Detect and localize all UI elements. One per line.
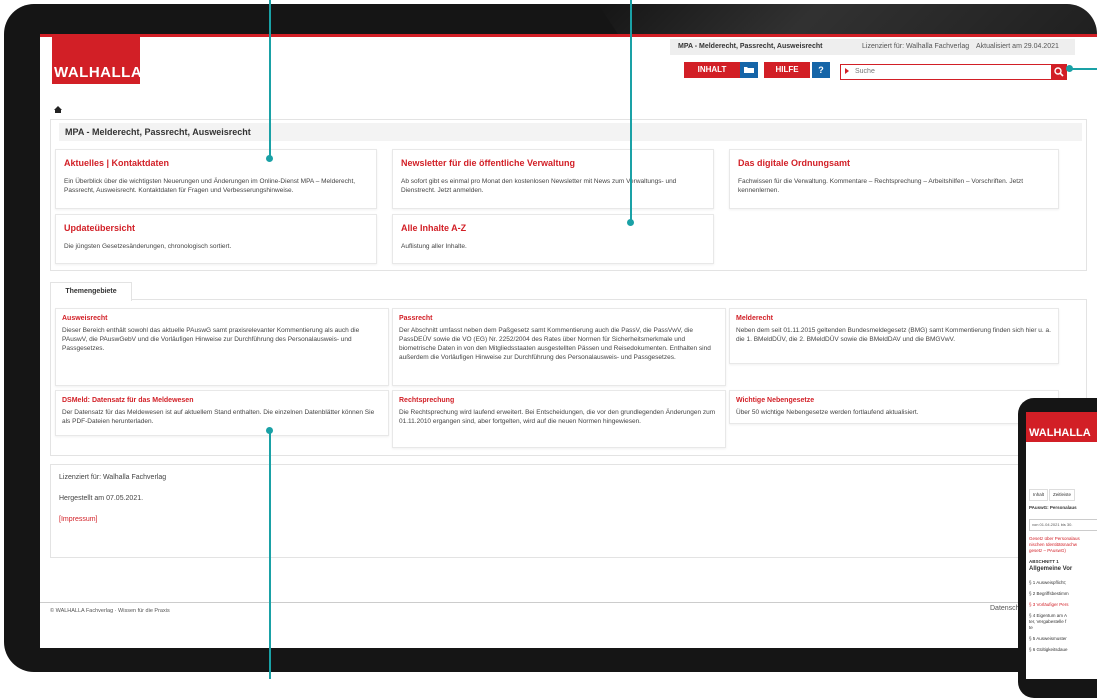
header-top-line [40,34,1097,37]
topic-text: Die Rechtsprechung wird laufend erweiter… [399,409,716,425]
callout-line-bottom [269,430,271,679]
topic-text: Über 50 wichtige Nebengesetze werden for… [736,409,919,416]
phone-section-title: Allgemeine Vor [1029,566,1073,572]
card-updateuebersicht[interactable]: Updateübersicht Die jüngsten Gesetzesänd… [55,214,377,264]
callout-dot [1066,65,1073,72]
card-text: Ein Überblick über die wichtigsten Neuer… [64,178,356,194]
phone-list-item[interactable]: § 6 Gültigkeitsdaue [1029,647,1068,652]
card-text: Fachwissen für die Verwaltung. Kommentar… [738,178,1024,194]
licensed-text: Lizenziert für: Walhalla Fachverlag [862,43,970,50]
topic-text: Der Datensatz für das Meldewesen ist auf… [62,409,375,425]
topic-melderecht[interactable]: Melderecht Neben dem seit 01.11.2015 gel… [729,308,1059,364]
phone-intro-2: nischen Identitätsnachw [1029,542,1078,547]
hilfe-button[interactable]: HILFE [764,62,810,78]
phone-list-item[interactable]: § 5 Ausweismuster [1029,636,1067,641]
home-icon[interactable] [54,106,62,113]
topic-nebengesetze[interactable]: Wichtige Nebengesetze Über 50 wichtige N… [729,390,1059,424]
phone-law-title: PAuswG: Personalaus [1029,505,1077,510]
search-caret-icon [845,68,849,74]
callout-line-right [1070,68,1097,70]
updated-text: Aktualisiert am 29.04.2021 [976,43,1059,50]
card-ordnungsamt[interactable]: Das digitale Ordnungsamt Fachwissen für … [729,149,1059,209]
callout-dot [627,219,634,226]
overview-panel: MPA - Melderecht, Passrecht, Ausweisrech… [50,119,1087,271]
license-box: Lizenziert für: Walhalla Fachverlag Herg… [50,464,1087,558]
callout-dot [266,427,273,434]
header-info-bar: MPA - Melderecht, Passrecht, Ausweisrech… [670,39,1075,55]
topic-text: Dieser Bereich enthält sowohl das aktuel… [62,327,360,352]
help-icon[interactable]: ? [812,62,830,78]
callout-dot [266,155,273,162]
footer-divider [40,602,1097,603]
themen-panel: Ausweisrecht Dieser Bereich enthält sowo… [50,299,1087,456]
footer-datenschutz-link[interactable]: Datensch [990,605,1020,612]
impressum-link[interactable]: [Impressum] [59,516,98,523]
topic-title[interactable]: Rechtsprechung [399,397,454,404]
browser-screen: WALHALLA MPA - Melderecht, Passrecht, Au… [40,34,1097,648]
card-alle-inhalte[interactable]: Alle Inhalte A-Z Auflistung aller Inhalt… [392,214,714,264]
topic-text: Der Abschnitt umfasst neben dem Paßgeset… [399,327,711,361]
card-text: Die jüngsten Gesetzesänderungen, chronol… [64,243,232,250]
topic-title[interactable]: Wichtige Nebengesetze [736,397,814,404]
card-text: Auflistung aller Inhalte. [401,243,467,250]
phone-tab-inhalt[interactable]: Inhalt [1029,489,1049,501]
topic-title[interactable]: Melderecht [736,315,773,322]
produced-line: Hergestellt am 07.05.2021. [59,495,144,502]
phone-logo-text: WALHALLA [1029,427,1091,439]
card-title[interactable]: Alle Inhalte A-Z [401,223,466,233]
callout-line-top-left [269,0,271,158]
topic-title[interactable]: DSMeld: Datensatz für das Meldewesen [62,397,193,404]
tab-themengebiete[interactable]: Themengebiete [50,282,132,301]
card-title[interactable]: Updateübersicht [64,223,135,233]
walhalla-logo[interactable]: WALHALLA [52,34,143,84]
card-text: Ab sofort gibt es einmal pro Monat den k… [401,178,677,194]
phone-list-item: te [1029,625,1033,630]
phone-tab-zeitleiste[interactable]: Zeitleiste [1049,489,1076,501]
footer-copyright: © WALHALLA Fachverlag · Wissen für die P… [50,608,170,614]
phone-screen: WALHALLA Inhalt Zeitleiste PAuswG: Perso… [1026,412,1097,679]
topic-title[interactable]: Ausweisrecht [62,315,108,322]
card-title[interactable]: Newsletter für die öffentliche Verwaltun… [401,158,575,168]
phone-section-label: ABSCHNITT 1 [1029,559,1059,564]
topic-dsmeld[interactable]: DSMeld: Datensatz für das Meldewesen Der… [55,390,389,436]
topic-text: Neben dem seit 01.11.2015 geltenden Bund… [736,327,1051,343]
card-aktuelles[interactable]: Aktuelles | Kontaktdaten Ein Überblick ü… [55,149,377,209]
search-icon [1054,67,1064,77]
card-title[interactable]: Aktuelles | Kontaktdaten [64,158,169,168]
card-title[interactable]: Das digitale Ordnungsamt [738,158,850,168]
topic-rechtsprechung[interactable]: Rechtsprechung Die Rechtsprechung wird l… [392,390,726,448]
search-input[interactable] [855,66,1045,77]
phone-list-item[interactable]: § 4 Eigentum am A [1029,613,1067,618]
card-newsletter[interactable]: Newsletter für die öffentliche Verwaltun… [392,149,714,209]
phone-intro-3: gesetz – PAuswG) [1029,548,1066,553]
topic-ausweisrecht[interactable]: Ausweisrecht Dieser Bereich enthält sowo… [55,308,389,386]
license-line: Lizenziert für: Walhalla Fachverlag [59,474,167,481]
inhalt-button[interactable]: INHALT [684,62,740,78]
topic-passrecht[interactable]: Passrecht Der Abschnitt umfasst neben de… [392,308,726,386]
phone-list-item[interactable]: § 3 Vorläufiger Pers [1029,602,1069,607]
product-title: MPA - Melderecht, Passrecht, Ausweisrech… [678,43,823,50]
phone-intro-1: Gesetz über Personalaus [1029,536,1080,541]
logo-text: WALHALLA [54,64,143,81]
phone-list-item[interactable]: § 1 Ausweispflicht; [1029,580,1066,585]
phone-list-item: ter, Vergabestelle f [1029,619,1067,624]
callout-line-top-center [630,0,632,222]
panel-title: MPA - Melderecht, Passrecht, Ausweisrech… [59,123,1082,141]
topic-title[interactable]: Passrecht [399,315,432,322]
phone-logo[interactable]: WALHALLA [1026,412,1097,442]
search-button[interactable] [1051,64,1067,80]
phone-version-select[interactable]: von 01.04.2021 bis 30. [1029,519,1097,531]
phone-list-item[interactable]: § 2 Begriffsbestimm [1029,591,1069,596]
search-box[interactable] [840,64,1052,80]
folder-icon[interactable] [740,62,758,78]
